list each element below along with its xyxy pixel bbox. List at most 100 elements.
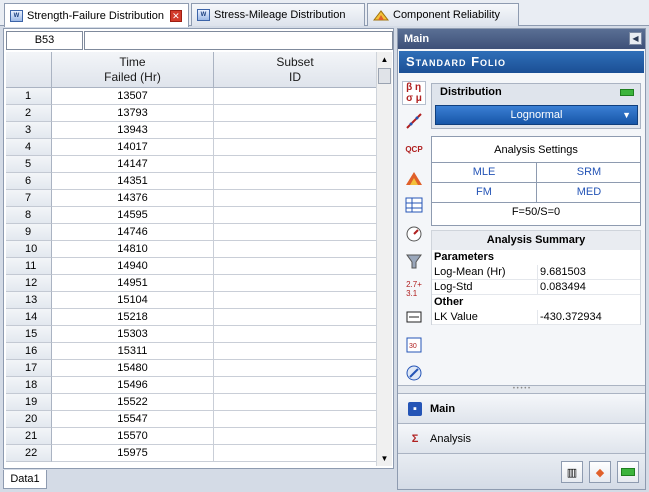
row-header[interactable]: 5 bbox=[6, 156, 52, 173]
time-failed-cell[interactable]: 14017 bbox=[52, 139, 214, 156]
subset-id-cell[interactable] bbox=[214, 224, 377, 241]
collapse-arrow-icon[interactable]: ◀ bbox=[629, 32, 642, 45]
time-failed-cell[interactable]: 15522 bbox=[52, 394, 214, 411]
mle-option[interactable]: MLE bbox=[432, 163, 537, 183]
analysis-settings-button[interactable]: Analysis Settings bbox=[432, 137, 640, 163]
nav-main-button[interactable]: ▪ Main bbox=[398, 393, 645, 423]
subset-id-cell[interactable] bbox=[214, 377, 377, 394]
row-header[interactable]: 15 bbox=[6, 326, 52, 343]
row-header[interactable]: 19 bbox=[6, 394, 52, 411]
sheet-tab-data1[interactable]: Data1 bbox=[3, 470, 47, 489]
grid-table-icon[interactable] bbox=[402, 193, 426, 217]
time-failed-cell[interactable]: 13507 bbox=[52, 88, 214, 105]
row-header[interactable]: 9 bbox=[6, 224, 52, 241]
select-all-corner[interactable] bbox=[6, 52, 52, 88]
row-header[interactable]: 8 bbox=[6, 207, 52, 224]
parameters-icon[interactable]: β ησ μ bbox=[402, 81, 426, 105]
scroll-down-arrow-icon[interactable]: ▼ bbox=[377, 451, 392, 466]
row-header[interactable]: 3 bbox=[6, 122, 52, 139]
view-sheet-icon[interactable]: ▥ bbox=[561, 461, 583, 483]
splitter-handle[interactable]: • • • • • bbox=[398, 385, 645, 393]
row-header[interactable]: 11 bbox=[6, 258, 52, 275]
row-header[interactable]: 14 bbox=[6, 309, 52, 326]
subset-id-cell[interactable] bbox=[214, 173, 377, 190]
subset-id-cell[interactable] bbox=[214, 360, 377, 377]
subset-id-cell[interactable] bbox=[214, 241, 377, 258]
tab-stress-mileage-distribution[interactable]: W Stress-Mileage Distribution bbox=[191, 3, 365, 26]
green-bars-icon[interactable] bbox=[617, 461, 639, 483]
scroll-up-arrow-icon[interactable]: ▲ bbox=[377, 52, 392, 67]
subset-id-cell[interactable] bbox=[214, 190, 377, 207]
distribution-dropdown[interactable]: Lognormal ▼ bbox=[435, 105, 638, 125]
row-header[interactable]: 13 bbox=[6, 292, 52, 309]
probability-plot-icon[interactable] bbox=[402, 109, 426, 133]
tab-strength-failure-distribution[interactable]: W Strength-Failure Distribution ✕ bbox=[4, 3, 189, 27]
gauge-icon[interactable] bbox=[402, 221, 426, 245]
time-failed-cell[interactable]: 15547 bbox=[52, 411, 214, 428]
fm-option[interactable]: FM bbox=[432, 183, 537, 203]
subset-id-cell[interactable] bbox=[214, 292, 377, 309]
subset-id-cell[interactable] bbox=[214, 207, 377, 224]
column-header-time-failed[interactable]: Time Failed (Hr) bbox=[52, 52, 214, 88]
subset-id-cell[interactable] bbox=[214, 428, 377, 445]
row-header[interactable]: 2 bbox=[6, 105, 52, 122]
column-header-subset-id[interactable]: Subset ID bbox=[214, 52, 377, 88]
subset-id-cell[interactable] bbox=[214, 139, 377, 156]
row-header[interactable]: 4 bbox=[6, 139, 52, 156]
vertical-scrollbar[interactable]: ▲ ▼ bbox=[376, 52, 392, 466]
time-failed-cell[interactable]: 14940 bbox=[52, 258, 214, 275]
time-failed-cell[interactable]: 15311 bbox=[52, 343, 214, 360]
subset-id-cell[interactable] bbox=[214, 258, 377, 275]
row-header[interactable]: 12 bbox=[6, 275, 52, 292]
time-failed-cell[interactable]: 14376 bbox=[52, 190, 214, 207]
time-failed-cell[interactable]: 15303 bbox=[52, 326, 214, 343]
time-failed-cell[interactable]: 15480 bbox=[52, 360, 214, 377]
cell-reference-box[interactable]: B53 bbox=[6, 31, 83, 50]
subset-id-cell[interactable] bbox=[214, 275, 377, 292]
subset-id-cell[interactable] bbox=[214, 105, 377, 122]
time-failed-cell[interactable]: 15218 bbox=[52, 309, 214, 326]
quick-calculation-pad-icon[interactable]: QCP bbox=[402, 137, 426, 161]
time-failed-cell[interactable]: 15975 bbox=[52, 445, 214, 462]
time-failed-cell[interactable]: 13943 bbox=[52, 122, 214, 139]
subset-id-cell[interactable] bbox=[214, 88, 377, 105]
subset-id-cell[interactable] bbox=[214, 411, 377, 428]
subset-id-cell[interactable] bbox=[214, 326, 377, 343]
time-failed-cell[interactable]: 15570 bbox=[52, 428, 214, 445]
diamond-tool-icon[interactable]: ◆ bbox=[589, 461, 611, 483]
subset-id-cell[interactable] bbox=[214, 394, 377, 411]
time-failed-cell[interactable]: 14351 bbox=[52, 173, 214, 190]
row-header[interactable]: 10 bbox=[6, 241, 52, 258]
time-failed-cell[interactable]: 14951 bbox=[52, 275, 214, 292]
med-option[interactable]: MED bbox=[537, 183, 641, 203]
row-header[interactable]: 18 bbox=[6, 377, 52, 394]
row-header[interactable]: 17 bbox=[6, 360, 52, 377]
time-failed-cell[interactable]: 14595 bbox=[52, 207, 214, 224]
subset-id-cell[interactable] bbox=[214, 122, 377, 139]
subset-id-cell[interactable] bbox=[214, 343, 377, 360]
row-header[interactable]: 20 bbox=[6, 411, 52, 428]
tab-component-reliability[interactable]: Component Reliability bbox=[367, 3, 519, 26]
time-failed-cell[interactable]: 14810 bbox=[52, 241, 214, 258]
wizard-icon[interactable] bbox=[402, 361, 426, 385]
row-header[interactable]: 1 bbox=[6, 88, 52, 105]
row-header[interactable]: 21 bbox=[6, 428, 52, 445]
row-header[interactable]: 22 bbox=[6, 445, 52, 462]
row-header[interactable]: 7 bbox=[6, 190, 52, 207]
time-failed-cell[interactable]: 14147 bbox=[52, 156, 214, 173]
filter-icon[interactable] bbox=[402, 249, 426, 273]
time-failed-cell[interactable]: 14746 bbox=[52, 224, 214, 241]
subset-id-cell[interactable] bbox=[214, 309, 377, 326]
close-icon[interactable]: ✕ bbox=[169, 9, 182, 22]
row-header[interactable]: 6 bbox=[6, 173, 52, 190]
report-icon[interactable]: 30 bbox=[402, 333, 426, 357]
scrollbar-thumb[interactable] bbox=[378, 68, 391, 84]
batch-calculation-icon[interactable]: 2.7+ 3.1 bbox=[402, 277, 426, 301]
time-failed-cell[interactable]: 15104 bbox=[52, 292, 214, 309]
transfer-icon[interactable] bbox=[402, 305, 426, 329]
subset-id-cell[interactable] bbox=[214, 445, 377, 462]
nav-analysis-button[interactable]: Σ Analysis bbox=[398, 423, 645, 453]
time-failed-cell[interactable]: 15496 bbox=[52, 377, 214, 394]
time-failed-cell[interactable]: 13793 bbox=[52, 105, 214, 122]
row-header[interactable]: 16 bbox=[6, 343, 52, 360]
